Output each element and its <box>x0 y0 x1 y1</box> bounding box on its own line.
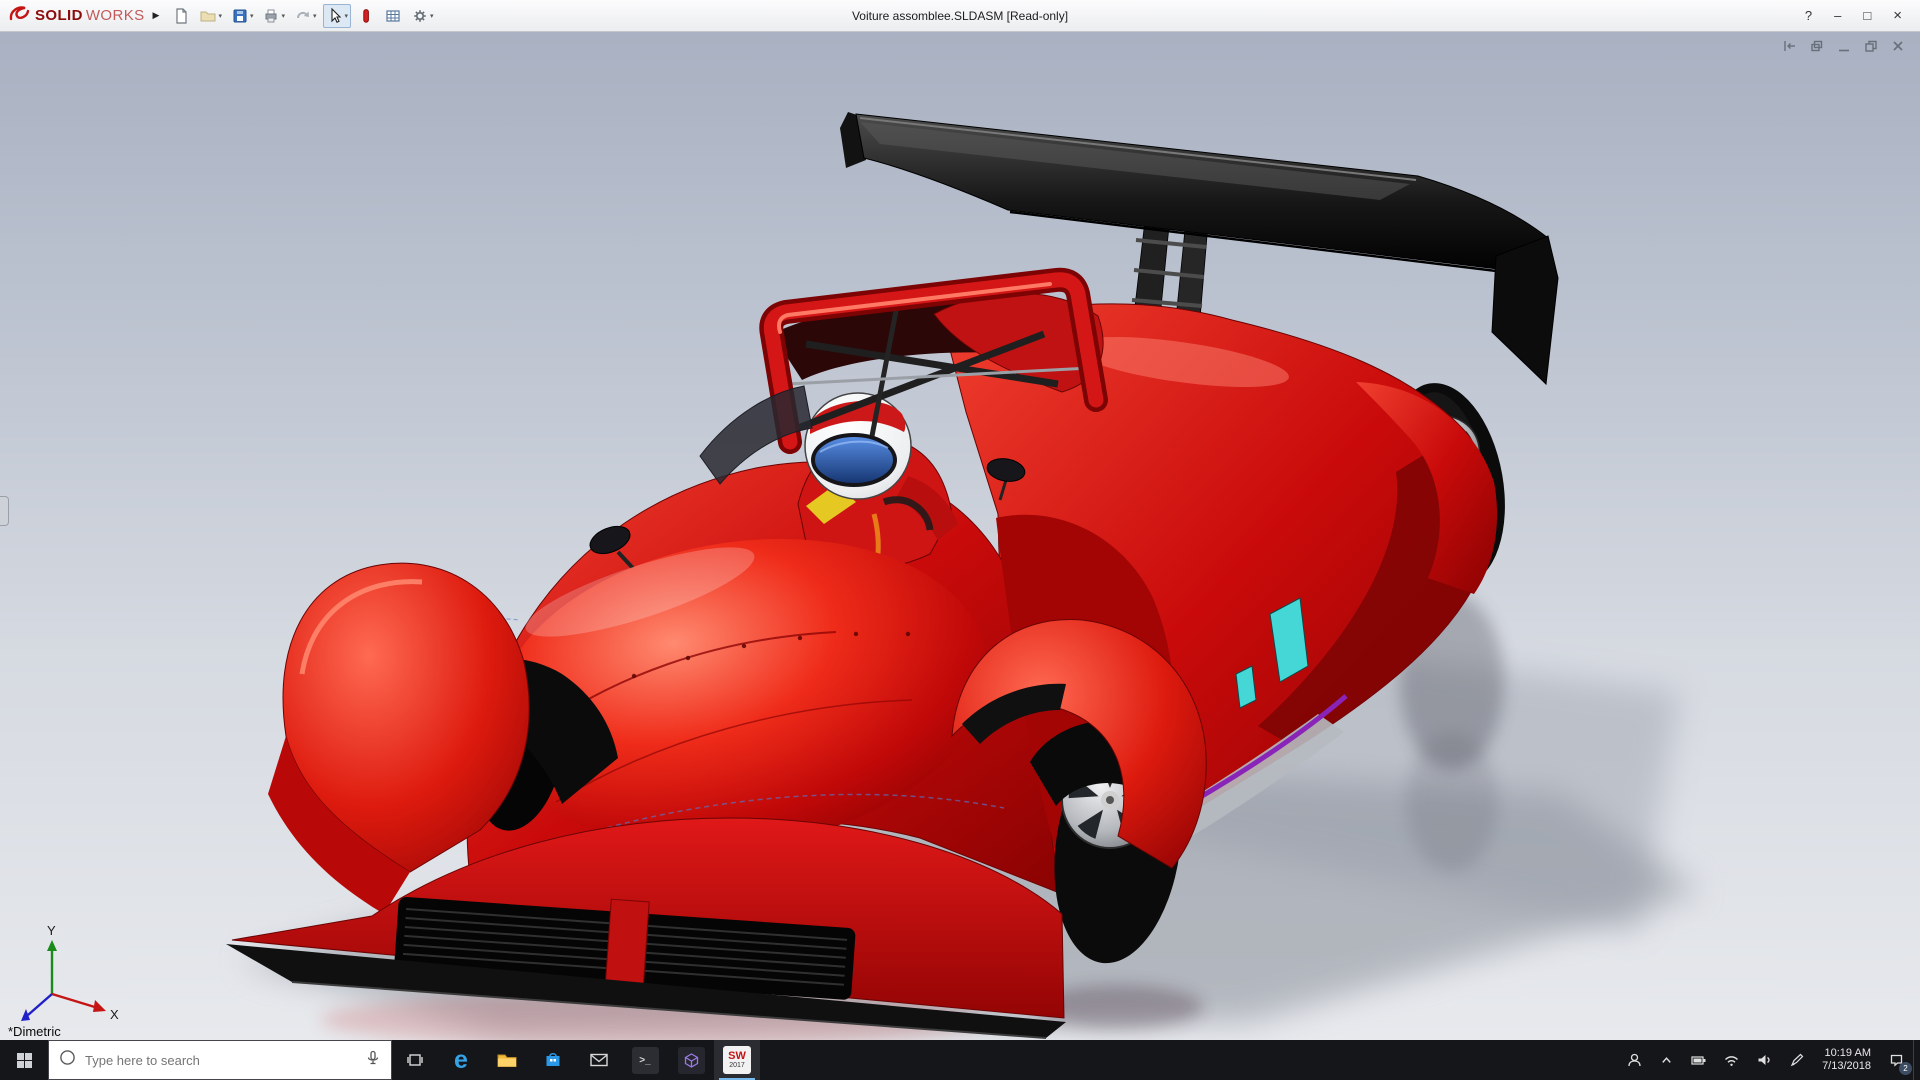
help-button[interactable]: ? <box>1805 8 1812 23</box>
brand-text-light: WORKS <box>85 7 145 24</box>
select-caret[interactable]: ▾ <box>345 12 349 20</box>
people-icon <box>1628 1053 1641 1067</box>
file-explorer-button[interactable] <box>484 1040 530 1080</box>
close-document-icon[interactable] <box>1890 38 1906 54</box>
windows-logo-icon <box>16 1052 32 1068</box>
menu-expand-arrow[interactable]: ▶ <box>153 10 160 21</box>
save-caret[interactable]: ▾ <box>250 12 254 20</box>
solidworks-app-icon: SW 2017 <box>723 1046 751 1074</box>
rebuild-button[interactable] <box>354 4 378 28</box>
axis-y-label: Y <box>47 923 56 938</box>
taskbar-search-box[interactable] <box>48 1040 392 1080</box>
orientation-triad: Y X <box>21 923 119 1022</box>
document-title: Voiture assomblee.SLDASM [Read-only] <box>851 8 1069 23</box>
window-controls: ? – □ × <box>1805 7 1912 24</box>
axis-x-label: X <box>110 1007 119 1022</box>
float-window-icon[interactable] <box>1809 38 1825 54</box>
edge-icon: e <box>454 1045 468 1074</box>
taskbar-clock[interactable]: 10:19 AM 7/13/2018 <box>1813 1040 1880 1080</box>
store-button[interactable] <box>530 1040 576 1080</box>
people-button[interactable] <box>1618 1040 1651 1080</box>
print-caret[interactable]: ▾ <box>281 12 285 20</box>
driver-helmet <box>804 392 912 500</box>
action-center-button[interactable]: 2 <box>1880 1040 1913 1080</box>
battery-button[interactable] <box>1682 1040 1715 1080</box>
system-tray: 10:19 AM 7/13/2018 2 <box>1618 1040 1920 1080</box>
title-bar: SOLID WORKS ▶ ▾ ▾ ▾ ▾ ▾ ▾ Voiture assomb… <box>0 0 1920 32</box>
volume-button[interactable] <box>1748 1040 1781 1080</box>
solidworks-app-button[interactable]: SW 2017 <box>714 1040 760 1080</box>
close-button[interactable]: × <box>1893 7 1902 24</box>
undo-icon <box>296 11 309 18</box>
wifi-icon <box>1725 1056 1739 1066</box>
microphone-icon[interactable] <box>365 1050 381 1071</box>
view-orientation-label: *Dimetric <box>8 1024 61 1039</box>
maximize-button[interactable]: □ <box>1863 8 1871 23</box>
quick-access-toolbar: ▾ ▾ ▾ ▾ ▾ ▾ <box>169 3 437 28</box>
file-properties-button[interactable] <box>381 4 405 28</box>
file-properties-grid-icon <box>386 9 400 22</box>
print-icon <box>265 9 277 22</box>
show-desktop-button[interactable] <box>1913 1040 1920 1080</box>
print-button[interactable]: ▾ <box>259 4 288 28</box>
notification-badge: 2 <box>1899 1062 1912 1075</box>
new-document-icon <box>176 7 188 24</box>
minimize-button[interactable]: – <box>1834 8 1841 23</box>
edge-button[interactable]: e <box>438 1040 484 1080</box>
undo-button[interactable]: ▾ <box>291 4 320 28</box>
brand-text-bold: SOLID <box>35 7 83 24</box>
undo-caret[interactable]: ▾ <box>313 12 317 20</box>
folder-icon <box>497 1054 517 1067</box>
store-bag-icon <box>546 1053 560 1066</box>
mail-envelope-icon <box>590 1053 608 1067</box>
clock-time: 10:19 AM <box>1824 1047 1871 1059</box>
tray-overflow-button[interactable] <box>1651 1040 1682 1080</box>
options-caret[interactable]: ▾ <box>430 12 434 20</box>
ds-logo-icon <box>8 3 32 28</box>
speaker-icon <box>1758 1055 1770 1065</box>
3d-scene[interactable]: Y X <box>0 32 1920 1040</box>
open-button[interactable]: ▾ <box>196 4 225 28</box>
console-app-button[interactable]: >_ <box>622 1040 668 1080</box>
windows-taskbar: e >_ <box>0 1040 1920 1080</box>
rebuild-stoplight-icon <box>363 8 369 23</box>
network-button[interactable] <box>1715 1040 1748 1080</box>
cortana-icon <box>59 1049 76 1071</box>
featuremanager-flyout-tab[interactable] <box>0 495 9 526</box>
document-window-controls <box>1782 38 1906 54</box>
cad-viewer-app-button[interactable] <box>668 1040 714 1080</box>
chevron-up-icon <box>1662 1056 1671 1063</box>
clock-date: 7/13/2018 <box>1822 1060 1871 1072</box>
solidworks-window: SOLID WORKS ▶ ▾ ▾ ▾ ▾ ▾ ▾ Voiture assomb… <box>0 0 1920 1080</box>
pen-settings-button[interactable] <box>1781 1040 1813 1080</box>
start-button[interactable] <box>0 1040 48 1080</box>
battery-icon <box>1691 1056 1706 1065</box>
task-view-button[interactable] <box>392 1040 438 1080</box>
select-tool-button[interactable]: ▾ <box>322 3 352 28</box>
expand-panel-icon[interactable] <box>1782 38 1798 54</box>
select-cursor-icon <box>330 7 341 23</box>
minimize-document-icon[interactable] <box>1836 38 1852 54</box>
gear-icon <box>414 9 426 22</box>
console-icon: >_ <box>631 1046 659 1074</box>
mail-button[interactable] <box>576 1040 622 1080</box>
save-icon <box>233 9 247 22</box>
cube-app-icon <box>677 1046 705 1074</box>
new-document-button[interactable] <box>169 4 193 28</box>
graphics-area[interactable]: Y X *Dimetric <box>0 32 1920 1040</box>
open-folder-icon <box>200 11 216 21</box>
options-button[interactable]: ▾ <box>408 4 437 28</box>
search-input[interactable] <box>85 1052 356 1068</box>
restore-document-icon[interactable] <box>1863 38 1879 54</box>
save-button[interactable]: ▾ <box>228 4 257 28</box>
open-caret[interactable]: ▾ <box>218 12 222 20</box>
pen-icon <box>1790 1053 1804 1067</box>
solidworks-logo: SOLID WORKS <box>8 3 145 28</box>
